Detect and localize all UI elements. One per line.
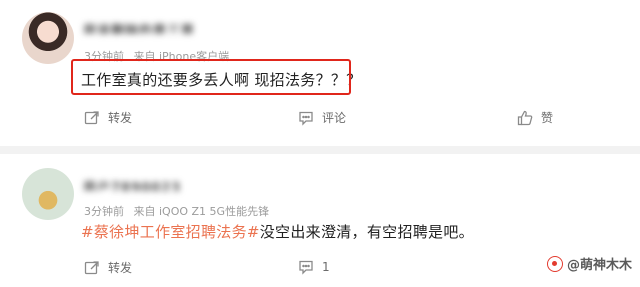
weibo-logo-icon bbox=[546, 255, 563, 272]
comment-card: 用户7890023 3分钟前 来自 iQOO Z1 5G性能先锋 #蔡徐坤工作室… bbox=[0, 154, 640, 287]
like-button[interactable]: 赞 bbox=[517, 109, 553, 126]
red-highlight-box bbox=[71, 59, 351, 95]
comment-count: 1 bbox=[322, 260, 330, 274]
avatar[interactable] bbox=[22, 12, 74, 64]
divider bbox=[0, 146, 640, 154]
username[interactable]: 用该删除的是三哥 bbox=[83, 20, 193, 34]
repost-button[interactable]: 转发 bbox=[84, 109, 132, 126]
source-client: 来自 iQOO Z1 5G性能先锋 bbox=[133, 205, 270, 218]
repost-label: 转发 bbox=[108, 261, 133, 275]
username[interactable]: 用户7890023 bbox=[83, 177, 181, 191]
comment-feed: 用该删除的是三哥 3分钟前 来自 iPhone客户端 工作室真的还要多丢人啊 现… bbox=[0, 0, 640, 287]
like-label: 赞 bbox=[541, 111, 554, 125]
hashtag-link[interactable]: #蔡徐坤工作室招聘法务# bbox=[81, 223, 260, 241]
repost-button[interactable]: 转发 bbox=[84, 259, 132, 276]
watermark-text: @萌神木木 bbox=[566, 258, 632, 273]
timestamp: 3分钟前 bbox=[84, 205, 124, 218]
avatar[interactable] bbox=[22, 168, 74, 220]
comment-button[interactable]: 1 bbox=[298, 259, 330, 275]
watermark: @萌神木木 bbox=[546, 254, 632, 273]
comment-icon bbox=[298, 110, 314, 126]
thumbs-up-icon bbox=[517, 110, 533, 126]
comment-icon bbox=[298, 259, 314, 275]
comment-meta: 3分钟前 来自 iQOO Z1 5G性能先锋 bbox=[84, 203, 269, 219]
repost-label: 转发 bbox=[108, 111, 133, 125]
comment-body: 没空出来澄清，有空招聘是吧。 bbox=[259, 223, 474, 241]
comment-label: 评论 bbox=[322, 111, 347, 125]
comment-button[interactable]: 评论 bbox=[298, 109, 346, 126]
repost-icon bbox=[84, 260, 100, 276]
repost-icon bbox=[84, 110, 100, 126]
comment-text: #蔡徐坤工作室招聘法务#没空出来澄清，有空招聘是吧。 bbox=[81, 221, 474, 242]
comment-card: 用该删除的是三哥 3分钟前 来自 iPhone客户端 工作室真的还要多丢人啊 现… bbox=[0, 0, 640, 146]
